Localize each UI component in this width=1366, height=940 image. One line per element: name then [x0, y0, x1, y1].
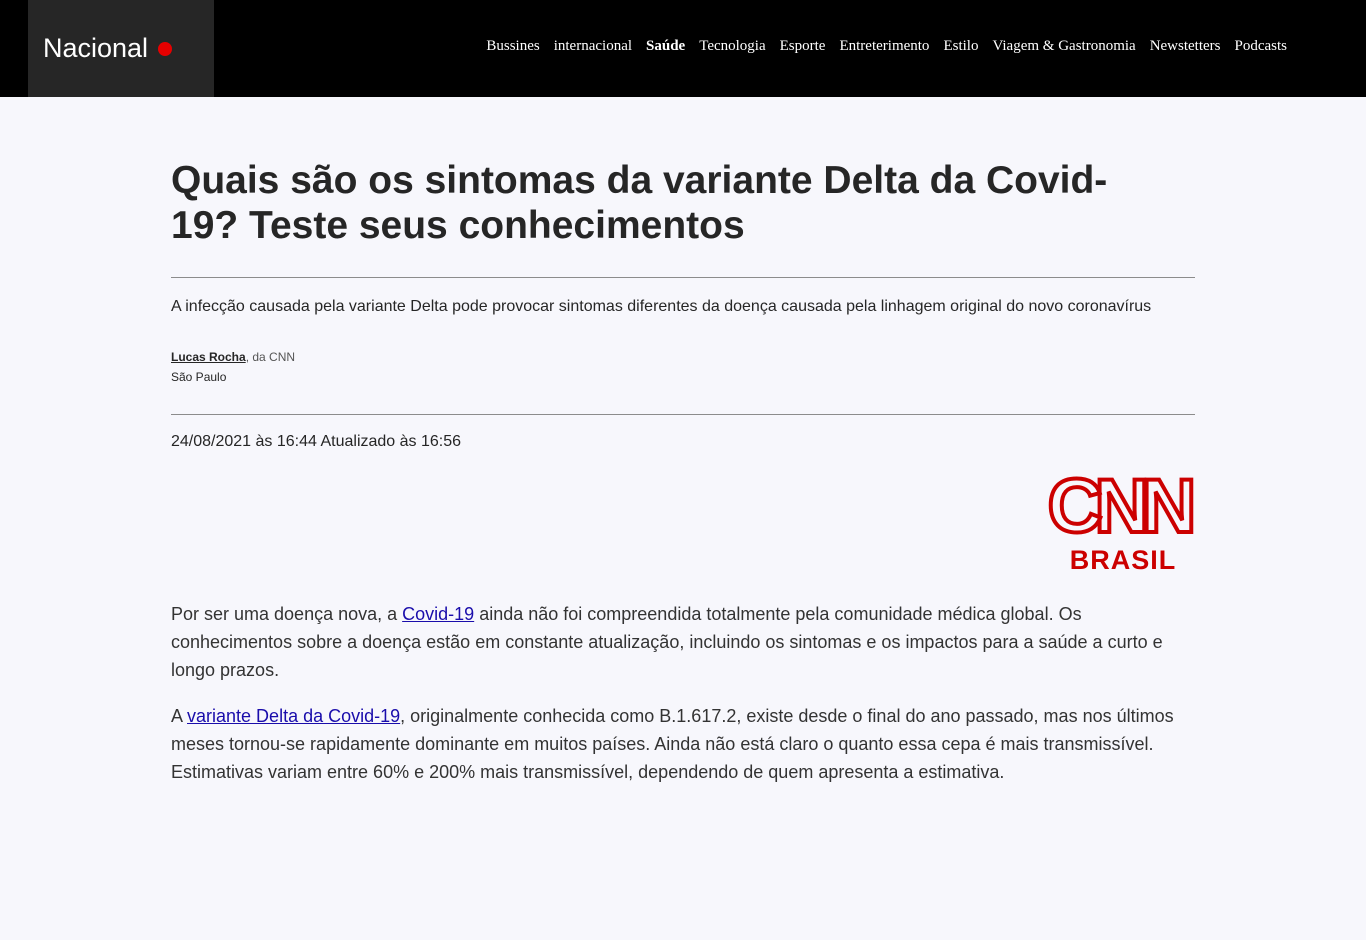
- top-navigation-bar: Nacional Bussines internacional Saúde Te…: [0, 0, 1366, 97]
- nav-item-bussines[interactable]: Bussines: [486, 38, 539, 55]
- cnn-brasil-logo: CNN BRASIL: [1046, 466, 1195, 572]
- byline: Lucas Rocha, da CNN São Paulo: [171, 347, 295, 387]
- nav-item-podcasts[interactable]: Podcasts: [1235, 38, 1288, 55]
- byline-location: São Paulo: [171, 370, 227, 384]
- logo-brasil-text: BRASIL: [1070, 545, 1177, 572]
- nav-item-tecnologia[interactable]: Tecnologia: [699, 38, 765, 55]
- paragraph: A variante Delta da Covid-19, originalme…: [171, 702, 1195, 786]
- byline-source: , da CNN: [245, 350, 296, 364]
- page-title: Quais são os sintomas da variante Delta …: [171, 159, 1108, 247]
- paragraph-text: A: [171, 706, 188, 726]
- divider: [171, 277, 1195, 278]
- section-brand[interactable]: Nacional: [28, 0, 214, 97]
- nav-item-viagem-gastronomia[interactable]: Viagem & Gastronomia: [992, 38, 1135, 55]
- dateline: 24/08/2021 às 16:44 Atualizado às 16:56: [171, 433, 462, 450]
- covid-19-link[interactable]: Covid-19: [402, 604, 474, 624]
- live-dot-icon: [158, 41, 173, 56]
- nav-item-esporte[interactable]: Esporte: [780, 38, 826, 55]
- nav-item-internacional[interactable]: internacional: [554, 38, 632, 55]
- delta-variant-link[interactable]: variante Delta da Covid-19: [187, 706, 400, 726]
- brand-label: Nacional: [43, 33, 149, 63]
- main-nav: Bussines internacional Saúde Tecnologia …: [486, 38, 1287, 55]
- article-body: Por ser uma doença nova, a Covid-19 aind…: [171, 600, 1195, 804]
- paragraph-text: Por ser uma doença nova, a: [171, 604, 403, 624]
- nav-item-saude[interactable]: Saúde: [646, 38, 685, 55]
- nav-item-newsletters[interactable]: Newstetters: [1150, 38, 1221, 55]
- logo-cnn-text: CNN: [1048, 466, 1192, 549]
- author-link[interactable]: Lucas Rocha: [171, 350, 246, 364]
- article-subtitle: A infecção causada pela variante Delta p…: [171, 298, 1152, 315]
- paragraph: Por ser uma doença nova, a Covid-19 aind…: [171, 600, 1195, 684]
- nav-item-estilo[interactable]: Estilo: [943, 38, 978, 55]
- nav-item-entreterimento[interactable]: Entreterimento: [839, 38, 929, 55]
- divider: [171, 414, 1195, 415]
